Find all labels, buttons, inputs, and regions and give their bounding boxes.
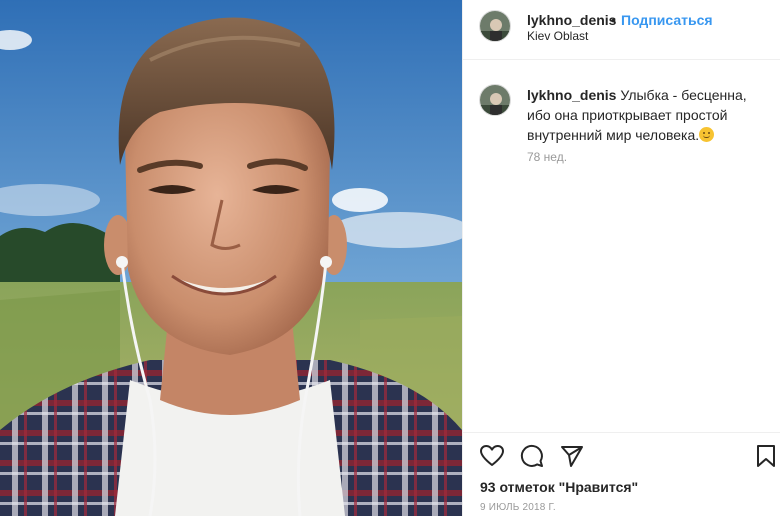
post-username-link[interactable]: lykhno_denis [527,12,616,28]
avatar[interactable] [479,10,511,42]
avatar-image [480,85,510,115]
post-side-panel: lykhno_denis • Подписаться Kiev Oblast l… [462,0,780,516]
post-header: lykhno_denis • Подписаться Kiev Oblast [463,0,780,60]
likes-count[interactable]: 93 отметок "Нравится" [480,479,638,495]
follow-separator: • [611,12,616,28]
follow-button[interactable]: Подписаться [621,12,713,28]
post-time-ago[interactable]: 78 нед. [527,150,567,164]
bookmark-icon[interactable] [753,443,779,469]
comment-icon[interactable] [519,443,545,469]
heart-icon[interactable] [479,443,505,469]
smiling-face-icon [699,127,715,142]
share-icon[interactable] [559,443,585,469]
caption-username-link[interactable]: lykhno_denis [527,87,616,103]
selfie-image [0,0,462,516]
caption-text: lykhno_denis Улыбка - бесценна, ибо она … [527,85,767,145]
post-photo[interactable] [0,0,462,516]
post-actions: 93 отметок "Нравится" 9 ИЮЛЬ 2018 Г. [463,432,780,516]
post-date[interactable]: 9 ИЮЛЬ 2018 Г. [480,502,556,513]
location-link[interactable]: Kiev Oblast [527,29,588,43]
avatar-image [480,11,510,41]
avatar[interactable] [479,84,511,116]
